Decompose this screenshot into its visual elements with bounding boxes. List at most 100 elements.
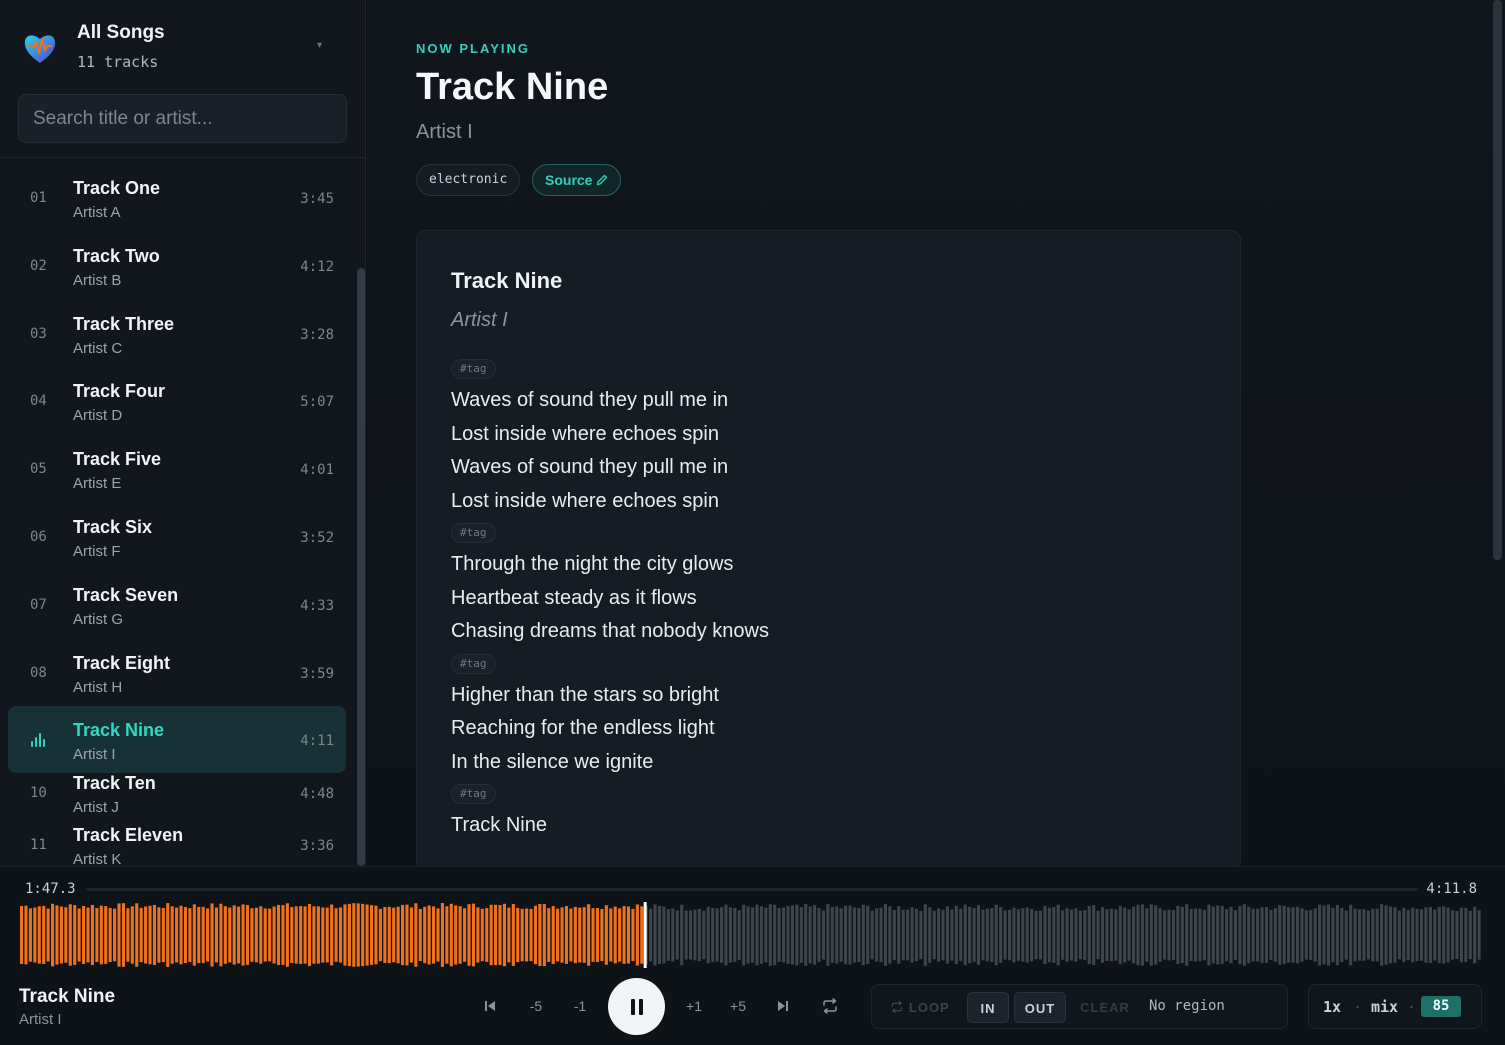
waveform-bar <box>1278 905 1282 965</box>
progress-track[interactable] <box>86 888 1418 891</box>
track-artist: Artist D <box>73 407 123 425</box>
waveform-bar <box>564 906 569 964</box>
track-row[interactable]: 04 Track Four Artist D 5:07 <box>8 367 346 434</box>
pause-button[interactable] <box>608 978 665 1035</box>
waveform-bar <box>1158 908 1162 962</box>
waveform-bar <box>790 905 794 965</box>
skip-previous-icon[interactable] <box>480 994 500 1018</box>
search-input[interactable] <box>18 94 347 143</box>
waveform-bar <box>1092 905 1096 965</box>
source-button[interactable]: Source <box>532 164 622 196</box>
section-tag: #tag <box>451 653 496 674</box>
waveform-bar <box>1375 908 1379 962</box>
waveform-bar <box>985 908 989 962</box>
waveform-bar <box>1424 907 1428 963</box>
waveform-bar <box>1229 906 1233 964</box>
track-title: Track Ten <box>73 773 156 793</box>
waveform-bar <box>241 904 245 966</box>
waveform-bar <box>680 904 684 966</box>
track-number: 08 <box>30 664 47 681</box>
waveform-bar <box>711 907 715 963</box>
set-out-button[interactable]: OUT <box>1014 992 1066 1023</box>
waveform-bar <box>387 906 391 964</box>
playlist-title[interactable]: All Songs <box>77 22 165 44</box>
waveform-bar <box>671 908 675 962</box>
track-row[interactable]: 06 Track Six Artist F 3:52 <box>8 503 346 570</box>
waveform-bar <box>994 904 998 966</box>
waveform-bar <box>64 907 68 963</box>
genre-chip[interactable]: electronic <box>416 164 521 196</box>
skip-next-icon[interactable] <box>773 994 793 1018</box>
artist-name: Artist I <box>416 121 473 143</box>
track-title: Track Nine <box>73 720 165 741</box>
track-duration: 3:36 <box>300 838 334 854</box>
waveform-bar <box>228 907 232 963</box>
track-number: 01 <box>30 190 47 206</box>
waveform-bar <box>990 908 994 962</box>
track-artist: Artist A <box>73 204 121 221</box>
track-row[interactable]: 11 Track Eleven Artist K 3:36 <box>8 819 346 866</box>
waveform-bar <box>307 903 312 967</box>
track-row[interactable]: 07 Track Seven Artist G 4:33 <box>8 571 346 638</box>
waveform-bar <box>1211 906 1215 964</box>
waveform-bar <box>684 910 688 960</box>
sidebar-scrollbar[interactable] <box>357 268 365 866</box>
waveform-bar <box>804 904 808 966</box>
waveform-bar <box>1109 908 1113 962</box>
waveform-bar <box>764 907 768 963</box>
speed-mix-panel: 1x · mix · 85 <box>1308 984 1482 1029</box>
waveform-bar <box>759 906 763 964</box>
waveform-bar <box>1251 908 1255 962</box>
track-row[interactable]: 02 Track Two Artist B 4:12 <box>8 232 346 299</box>
track-row[interactable]: 01 Track One Artist A 3:45 <box>8 164 346 231</box>
waveform-bar <box>808 906 812 964</box>
forward-5-button[interactable]: +5 <box>724 994 752 1018</box>
waveform-scrubber[interactable] <box>20 902 1482 968</box>
track-artist: Artist B <box>73 271 122 289</box>
track-row[interactable]: 10 Track Ten Artist J 4:48 <box>8 767 346 819</box>
waveform-bar <box>1344 910 1348 960</box>
chevron-down-icon[interactable]: ▾ <box>317 40 322 51</box>
track-row[interactable]: 08 Track Eight Artist H 3:59 <box>8 639 346 706</box>
waveform-bar <box>595 908 600 962</box>
forward-1-button[interactable]: +1 <box>680 994 708 1018</box>
track-duration: 4:12 <box>300 258 334 275</box>
waveform-bar <box>73 905 77 965</box>
set-in-button[interactable]: IN <box>967 992 1009 1023</box>
waveform-bar <box>1194 908 1198 962</box>
waveform-bar <box>954 905 958 965</box>
total-time: 4:11.8 <box>1426 881 1477 897</box>
main-scrollbar[interactable] <box>1493 0 1502 560</box>
waveform-bar <box>813 905 817 965</box>
waveform-bar <box>1238 906 1242 964</box>
waveform-bar <box>870 910 874 960</box>
loop-button[interactable]: LOOP <box>882 992 958 1023</box>
waveform-bar <box>276 904 281 966</box>
track-row[interactable]: 05 Track Five Artist E 4:01 <box>8 435 346 502</box>
waveform-bar <box>1247 906 1251 964</box>
waveform-bar <box>1003 910 1007 960</box>
lyric-line: Higher than the stars so bright <box>451 683 719 706</box>
playhead[interactable] <box>643 902 647 968</box>
mix-value[interactable]: 85 <box>1421 996 1461 1017</box>
waveform-bar <box>1069 909 1074 961</box>
waveform-bar <box>1419 909 1424 961</box>
back-5-button[interactable]: -5 <box>522 994 550 1018</box>
waveform-bar <box>113 908 117 962</box>
waveform-bar <box>888 906 892 964</box>
repeat-icon[interactable] <box>818 994 842 1018</box>
clear-region-button[interactable]: CLEAR <box>1072 992 1138 1023</box>
waveform-bar <box>214 907 219 963</box>
waveform-bar <box>467 904 471 966</box>
track-duration: 3:59 <box>300 665 334 682</box>
waveform-bar <box>197 906 201 964</box>
section-tag: #tag <box>451 523 496 543</box>
track-row[interactable]: Track Nine Artist I 4:11 <box>8 706 346 774</box>
speed-button[interactable]: 1x <box>1323 998 1341 1016</box>
track-title: Track Four <box>73 381 166 402</box>
back-1-button[interactable]: -1 <box>566 994 594 1018</box>
waveform-bar <box>1132 906 1136 964</box>
track-row[interactable]: 03 Track Three Artist C 3:28 <box>8 300 346 367</box>
waveform-bar <box>1154 905 1158 965</box>
current-time: 1:47.3 <box>25 881 76 897</box>
